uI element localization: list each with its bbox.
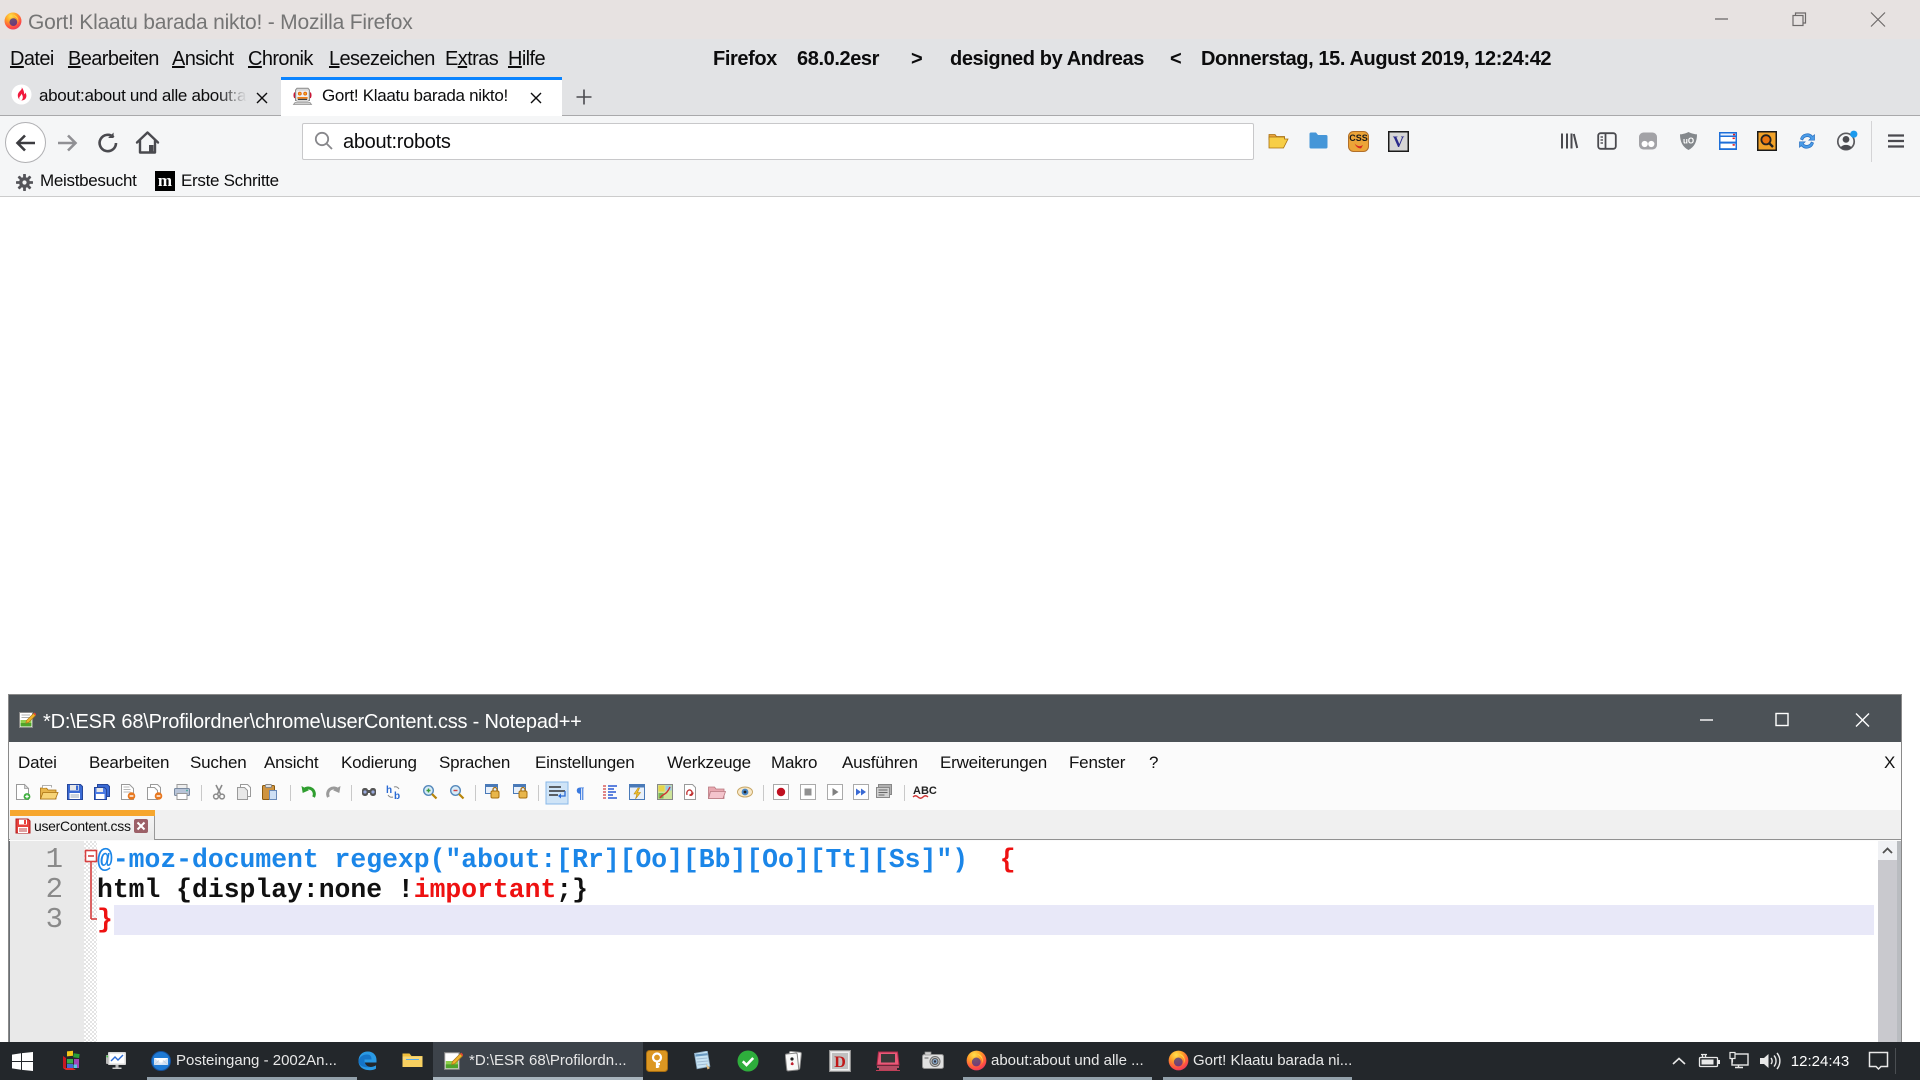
svg-text:V: V — [1393, 134, 1405, 151]
svg-text:CSS: CSS — [1349, 133, 1368, 143]
svg-text:uO: uO — [1683, 137, 1694, 146]
svg-text:b: b — [394, 791, 400, 802]
svg-text:¶: ¶ — [576, 785, 585, 802]
svg-text:h: h — [386, 785, 392, 796]
svg-text:D: D — [834, 1054, 846, 1071]
